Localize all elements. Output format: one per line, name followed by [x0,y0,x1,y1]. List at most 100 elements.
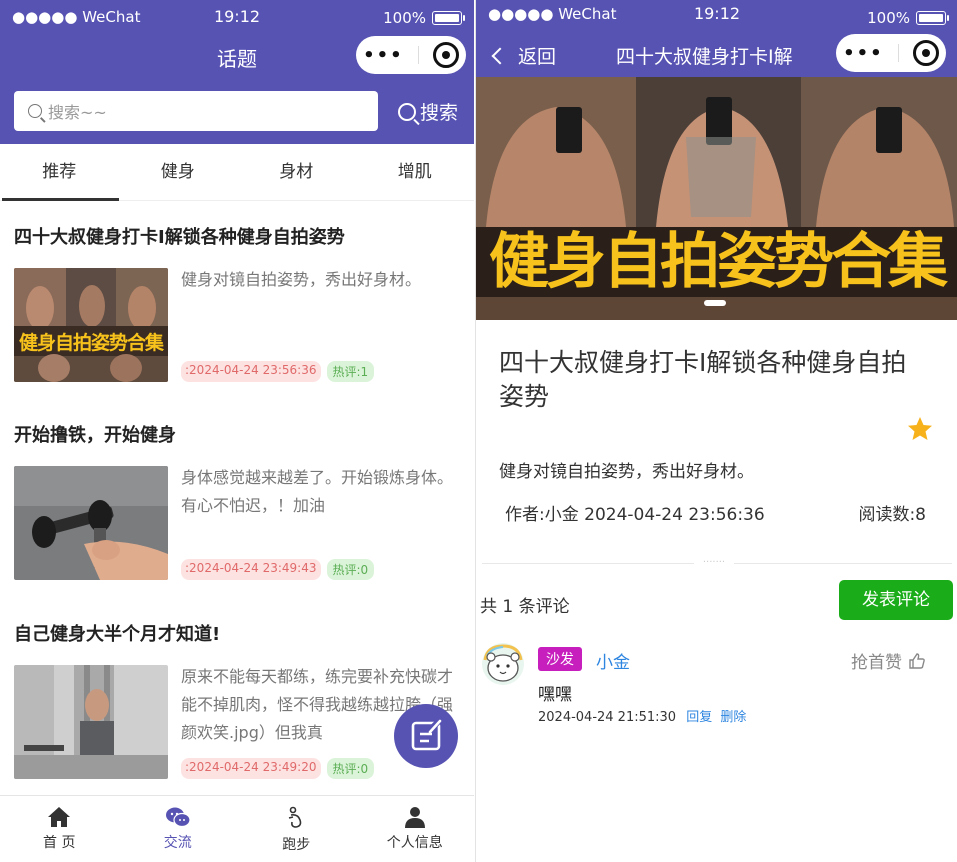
read-count: 阅读数:8 [858,505,926,525]
comment-username[interactable]: 小金 [596,648,630,673]
avatar[interactable] [481,642,525,686]
post-thumbnail-image [14,268,168,382]
battery-icon [916,11,949,25]
tab-muscle[interactable]: 增肌 [356,144,475,200]
nav-bar: 话题 ••• [0,34,474,76]
reply-link[interactable]: 回复 [686,710,712,725]
post-tags: :2024-04-24 23:56:36 热评:1 [181,361,375,382]
search-button-label: 搜索 [420,102,459,124]
nav-running[interactable]: 跑步 [237,796,356,862]
miniprogram-capsule: ••• [836,34,946,72]
topic-title: 四十大叔健身打卡Ⅰ解锁各种健身自拍姿势 [499,348,907,411]
comment-time: 2024-04-24 21:51:30 [538,710,677,725]
running-icon [289,806,302,828]
tab-fitness[interactable]: 健身 [119,144,238,200]
tab-body[interactable]: 身材 [237,144,356,200]
more-icon[interactable]: ••• [363,45,404,66]
topic-list-screen: ●●●●● WeChat 19:12 100% 话题 ••• 搜索~~ 搜索 推… [0,0,474,862]
thumbnail-caption: 健身自拍姿势合集 [18,332,164,354]
top-bar: ●●●●● WeChat 19:12 100% 话题 ••• 搜索~~ 搜索 [0,0,474,144]
divider-dots: ······· [694,558,734,568]
post-item[interactable]: 四十大叔健身打卡Ⅰ解锁各种健身自拍姿势 健身自拍姿势合集 健身对镜自拍姿势，秀出… [14,223,464,393]
post-thumbnail: 健身自拍姿势合集 [14,268,168,382]
comment-count: 共 1 条评论 [480,597,570,617]
nav-exchange[interactable]: 交流 [119,796,238,862]
topic-content: 健身对镜自拍姿势，秀出好身材。 [499,462,754,482]
post-item[interactable]: 开始撸铁，开始健身 身体感觉越来越差了。开始锻炼身体。有心不怕迟，！加油 :20… [14,421,464,591]
post-title: 自己健身大半个月才知道! [14,624,221,645]
battery-label: 100% [867,9,910,27]
status-bar: ●●●●● WeChat 19:12 100% [476,0,957,34]
post-comment-button[interactable]: 发表评论 [839,580,953,620]
thumbs-up-icon [909,652,925,669]
post-time-badge: :2024-04-24 23:56:36 [181,361,321,382]
search-icon [28,104,42,118]
avatar-image [482,643,524,685]
hot-comment-badge: 热评:1 [326,361,375,382]
topic-detail-screen: ●●●●● WeChat 19:12 100% 返回 四十大叔健身打卡Ⅰ解 ••… [475,0,957,862]
search-bar: 搜索~~ 搜索 [0,76,474,144]
battery-label: 100% [383,9,426,27]
miniprogram-capsule: ••• [356,36,466,74]
status-bar: ●●●●● WeChat 19:12 100% [0,0,474,34]
post-tags: :2024-04-24 23:49:43 热评:0 [181,559,375,580]
hot-comment-badge: 热评:0 [326,758,375,779]
top-bar: ●●●●● WeChat 19:12 100% 返回 四十大叔健身打卡Ⅰ解 ••… [476,0,957,77]
delete-link[interactable]: 删除 [720,710,746,725]
nav-profile-label: 个人信息 [386,835,443,851]
home-icon [48,807,71,827]
battery-icon [432,11,465,25]
new-post-button[interactable] [394,704,458,768]
comment-meta: 2024-04-24 21:51:30 回复 删除 [538,706,746,725]
gym-mirror-photo [14,665,168,779]
screenshot-stage: ●●●●● WeChat 19:12 100% 话题 ••• 搜索~~ 搜索 推… [0,0,957,862]
search-button[interactable]: 搜索 [398,98,458,125]
search-input[interactable]: 搜索~~ [14,91,378,131]
tab-recommend[interactable]: 推荐 [0,144,119,201]
favorite-button[interactable] [907,416,933,446]
close-miniprogram-icon[interactable] [432,42,459,68]
nav-profile[interactable]: 个人信息 [356,796,475,862]
like-button[interactable]: 抢首赞 [851,648,926,673]
post-thumbnail [14,466,168,580]
person-icon [404,807,425,828]
wechat-icon [165,807,191,828]
nav-bar: 返回 四十大叔健身打卡Ⅰ解 ••• [476,34,957,77]
capsule-divider [897,44,899,62]
sofa-badge: 沙发 [538,647,582,671]
topic-author-meta: 作者:小金 2024-04-24 23:56:36 [505,505,765,525]
image-carousel[interactable]: 健身自拍姿势合集 [476,77,957,320]
nav-exchange-label: 交流 [163,835,192,851]
post-time-badge: :2024-04-24 23:49:43 [181,559,321,580]
search-button-icon [398,102,416,121]
back-label: 返回 [518,46,557,68]
page-title: 四十大叔健身打卡Ⅰ解 [616,46,793,68]
post-tags: :2024-04-24 23:49:20 热评:0 [181,758,375,779]
edit-icon [411,715,445,751]
nav-running-label: 跑步 [282,837,311,853]
post-title: 开始撸铁，开始健身 [14,425,176,446]
post-time-badge: :2024-04-24 23:49:20 [181,758,321,779]
category-tabs: 推荐 健身 身材 增肌 [0,144,474,201]
bottom-tab-bar: 首 页 交流 跑步 个人信息 [0,795,474,862]
back-button[interactable]: 返回 [490,42,556,69]
post-excerpt: 健身对镜自拍姿势，秀出好身材。 [181,270,422,289]
battery-indicator: 100% [867,9,949,27]
post-title: 四十大叔健身打卡Ⅰ解锁各种健身自拍姿势 [14,227,345,248]
star-icon [908,417,932,440]
capsule-divider [417,46,419,64]
dumbbell-photo [14,466,168,580]
search-placeholder: 搜索~~ [48,103,107,122]
post-excerpt: 身体感觉越来越差了。开始锻炼身体。有心不怕迟，！加油 [181,468,454,515]
close-miniprogram-icon[interactable] [912,40,939,66]
more-icon[interactable]: ••• [843,43,884,64]
nav-home-label: 首 页 [43,835,76,851]
like-label: 抢首赞 [851,653,902,673]
nav-home[interactable]: 首 页 [0,796,119,862]
chevron-left-icon [491,47,509,64]
hot-comment-badge: 热评:0 [326,559,375,580]
banner-caption: 健身自拍姿势合集 [489,227,948,297]
post-thumbnail [14,665,168,779]
battery-indicator: 100% [383,9,465,27]
comment-text: 嘿嘿 [538,685,572,705]
